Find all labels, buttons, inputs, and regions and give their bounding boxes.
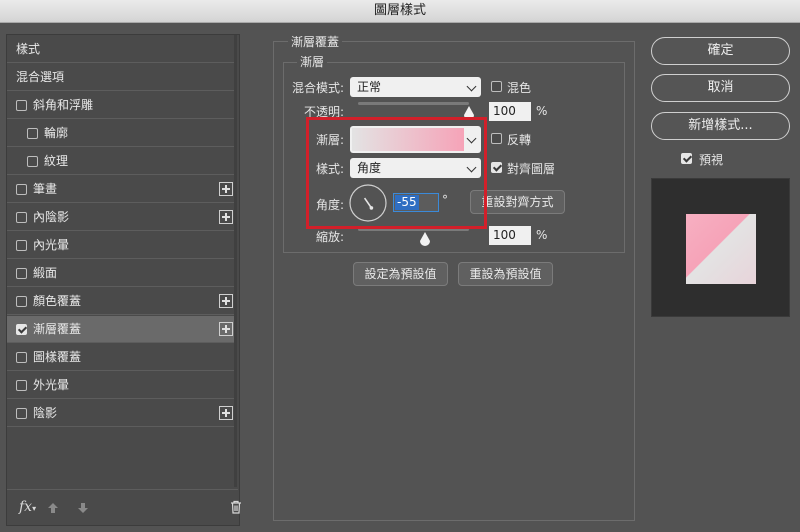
styles-list-footer: fx▾ [7,489,241,525]
sidebar-item[interactable]: 外光暈 [7,372,235,399]
sidebar-item[interactable]: 輪廓 [7,120,235,147]
chevron-down-icon [466,81,477,92]
add-effect-icon[interactable] [219,322,233,336]
dither-label: 混色 [507,81,532,95]
sidebar-item-label: 輪廓 [44,126,69,140]
sidebar-item-label: 斜角和浮雕 [33,98,94,112]
add-effect-icon[interactable] [219,406,233,420]
align-layer-label: 對齊圖層 [507,162,556,176]
sidebar-item[interactable]: 漸層覆蓋 [7,316,235,343]
sidebar-item-label: 內光暈 [33,238,70,252]
blend-mode-label: 混合模式: [292,81,345,95]
sidebar-item-label: 顏色覆蓋 [33,294,82,308]
move-down-icon[interactable] [77,502,89,514]
sidebar-item[interactable]: 混合選項 [7,64,235,91]
cancel-label: 取消 [707,80,734,95]
window-title: 圖層樣式 [373,3,426,18]
sidebar-item-label: 紋理 [44,154,69,168]
sidebar-item[interactable]: 陰影 [7,400,235,427]
add-effect-icon[interactable] [219,182,233,196]
make-default-label: 設定為預設值 [364,267,437,281]
styles-list-scrollbar[interactable] [234,35,237,487]
sidebar-item-checkbox[interactable] [16,408,27,419]
reverse-checkbox[interactable] [491,133,502,144]
trash-icon[interactable] [230,500,242,514]
ok-button[interactable]: 確定 [651,37,790,65]
sidebar-item[interactable]: 樣式 [7,36,235,63]
fx-label: fx [19,499,33,515]
sidebar-item[interactable]: 緞面 [7,260,235,287]
sidebar-item-label: 陰影 [33,406,58,420]
opacity-input[interactable]: 100 [489,102,531,121]
sidebar-item[interactable]: 內光暈 [7,232,235,259]
sidebar-item-label: 混合選項 [16,70,65,84]
sidebar-item[interactable]: 圖樣覆蓋 [7,344,235,371]
add-effect-icon[interactable] [219,210,233,224]
sidebar-item-label: 漸層覆蓋 [33,322,82,336]
preview-label: 預視 [699,153,724,167]
new-style-button[interactable]: 新增樣式... [651,112,790,140]
move-up-icon[interactable] [47,502,59,514]
reset-alignment-label: 重設對齊方式 [481,195,554,209]
sidebar-item-checkbox[interactable] [16,380,27,391]
scale-slider-thumb[interactable] [420,232,430,241]
blend-mode-value: 正常 [357,80,382,94]
gradient-overlay-title: 漸層覆蓋 [288,33,343,50]
scale-unit: % [536,228,548,242]
window-title-bar: 圖層樣式 [0,0,800,23]
align-layer-checkbox[interactable] [491,162,502,173]
sidebar-item-label: 筆畫 [33,182,58,196]
scale-input[interactable]: 100 [489,226,531,245]
new-style-label: 新增樣式... [688,118,753,133]
reset-default-label: 重設為預設值 [469,267,542,281]
opacity-value: 100 [493,104,516,118]
reverse-label: 反轉 [507,133,532,147]
sidebar-item-checkbox[interactable] [16,296,27,307]
dither-checkbox[interactable] [491,81,502,92]
opacity-slider-track[interactable] [358,102,469,105]
blend-mode-select[interactable]: 正常 [350,77,481,97]
sidebar-item-label: 外光暈 [33,378,70,392]
sidebar-item-checkbox[interactable] [16,240,27,251]
opacity-unit: % [536,104,548,118]
reset-default-button[interactable]: 重設為預設值 [458,262,553,286]
sidebar-item-label: 圖樣覆蓋 [33,350,82,364]
sidebar-item-checkbox[interactable] [16,352,27,363]
sidebar-item-checkbox[interactable] [27,128,38,139]
sidebar-item-checkbox[interactable] [16,268,27,279]
sidebar-item[interactable]: 紋理 [7,148,235,175]
sidebar-item-label: 緞面 [33,266,58,280]
opacity-slider-thumb[interactable] [464,106,474,115]
sidebar-item[interactable]: 顏色覆蓋 [7,288,235,315]
sidebar-item-checkbox[interactable] [16,184,27,195]
make-default-button[interactable]: 設定為預設值 [353,262,448,286]
styles-list: 樣式混合選項斜角和浮雕輪廓紋理筆畫內陰影內光暈緞面顏色覆蓋漸層覆蓋圖樣覆蓋外光暈… [6,34,240,526]
sidebar-item[interactable]: 筆畫 [7,176,235,203]
preview-swatch [686,214,756,284]
preview-box [651,178,790,317]
scale-label: 縮放: [316,230,345,244]
fx-button[interactable]: fx▾ [19,499,36,515]
sidebar-item-checkbox[interactable] [27,156,38,167]
sidebar-item[interactable]: 斜角和浮雕 [7,92,235,119]
sidebar-item-checkbox[interactable] [16,212,27,223]
sidebar-item-checkbox[interactable] [16,324,27,335]
sidebar-item-label: 內陰影 [33,210,70,224]
scale-value: 100 [493,228,516,242]
gradient-group-title: 漸層 [297,53,328,70]
sidebar-item-label: 樣式 [16,42,41,56]
sidebar-item[interactable]: 內陰影 [7,204,235,231]
highlight-box [306,117,487,229]
ok-label: 確定 [707,43,734,58]
preview-checkbox[interactable] [681,153,692,164]
add-effect-icon[interactable] [219,294,233,308]
sidebar-item-checkbox[interactable] [16,100,27,111]
cancel-button[interactable]: 取消 [651,74,790,102]
